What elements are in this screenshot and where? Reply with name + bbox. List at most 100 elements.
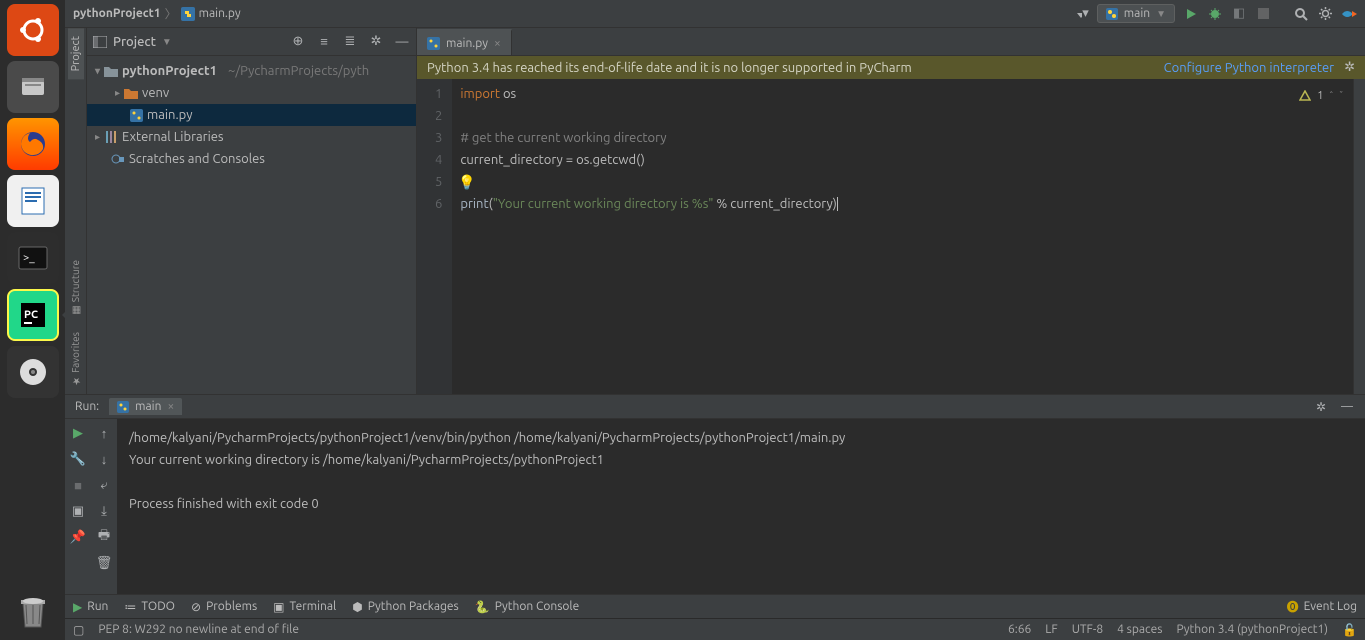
run-toolbar-primary: ▶ 🔧 ■ ▣ 📌 (65, 419, 91, 594)
add-config-icon[interactable]: ▾ (1073, 6, 1089, 22)
stop-button[interactable] (1255, 6, 1271, 22)
layout-icon[interactable]: ▣ (70, 503, 86, 519)
status-encoding[interactable]: UTF-8 (1072, 623, 1103, 636)
run-settings-icon[interactable]: ✲ (1313, 399, 1329, 415)
todo-tool-button[interactable]: ≔TODO (124, 600, 175, 614)
python-file-icon (117, 401, 129, 413)
print-icon[interactable]: 🖶 (96, 529, 112, 545)
down-trace-icon[interactable]: ↓ (96, 451, 112, 467)
pin-icon[interactable]: 📌 (70, 529, 86, 545)
launcher-trash[interactable] (7, 585, 59, 637)
scratches-node[interactable]: Scratches and Consoles (87, 148, 416, 170)
run-configuration-selector[interactable]: main ▼ (1097, 4, 1175, 23)
stop-icon[interactable]: ■ (70, 477, 86, 493)
folder-icon (104, 64, 118, 78)
search-everywhere-icon[interactable] (1293, 6, 1309, 22)
bottom-tool-strip: ▶Run ≔TODO ⊘Problems ▣Terminal ⬢Python P… (65, 594, 1365, 618)
svg-text:>_: >_ (23, 252, 35, 264)
configure-interpreter-link[interactable]: Configure Python interpreter (1164, 61, 1334, 75)
debug-button[interactable] (1207, 6, 1223, 22)
external-libraries-node[interactable]: ▸ External Libraries (87, 126, 416, 148)
project-tool-button[interactable]: Project (68, 28, 84, 79)
python-file-icon (427, 37, 440, 50)
status-line-separator[interactable]: LF (1045, 623, 1057, 636)
launcher-disc[interactable] (7, 346, 59, 398)
close-tab-icon[interactable]: × (494, 37, 501, 50)
collapse-all-icon[interactable]: ≣ (342, 34, 358, 50)
left-tool-gutter: Project ▦ Structure ★ Favorites (65, 28, 87, 394)
navigation-bar: pythonProject1 〉 main.py ▾ main ▼ ◧ (65, 0, 1365, 28)
banner-settings-icon[interactable]: ✲ (1344, 60, 1355, 75)
up-trace-icon[interactable]: ↑ (96, 425, 112, 441)
project-panel-title[interactable]: Project ▼ (93, 35, 172, 49)
run-tab-main[interactable]: main × (109, 398, 182, 415)
hide-panel-icon[interactable]: — (394, 34, 410, 50)
unity-launcher: >_ PC (0, 0, 65, 640)
venv-node[interactable]: ▸ venv (87, 82, 416, 104)
ide-fish-icon[interactable] (1341, 6, 1357, 22)
status-indent[interactable]: 4 spaces (1117, 623, 1162, 636)
run-tool-button[interactable]: ▶Run (73, 600, 108, 614)
status-bar: ▢ PEP 8: W292 no newline at end of file … (65, 618, 1365, 640)
rerun-icon[interactable]: ▶ (70, 425, 86, 441)
status-message: PEP 8: W292 no newline at end of file (98, 623, 299, 636)
code-editor[interactable]: 1 2 3 4 5 6 1 ˆˇ import os # get the cur… (417, 79, 1365, 394)
project-panel: Project ▼ ⊕ ≡ ≣ ✲ — ▾ pythonProject1 ~/P… (87, 28, 417, 394)
soft-wrap-icon[interactable]: ⤶ (96, 477, 112, 493)
favorites-tool-button[interactable]: ★ Favorites (70, 324, 81, 394)
status-interpreter[interactable]: Python 3.4 (pythonProject1) (1176, 623, 1328, 636)
libraries-icon (104, 130, 118, 144)
breadcrumb-file[interactable]: main.py (199, 7, 241, 20)
run-button[interactable] (1183, 6, 1199, 22)
launcher-firefox[interactable] (7, 118, 59, 170)
interpreter-warning-banner: Python 3.4 has reached its end-of-life d… (417, 56, 1365, 79)
project-tree[interactable]: ▾ pythonProject1 ~/PycharmProjects/pyth … (87, 56, 416, 174)
python-console-tool-button[interactable]: 🐍Python Console (475, 600, 579, 614)
run-tool-window: Run: main × ✲ — ▶ 🔧 ■ ▣ 📌 ↑ ↓ ⤶ (65, 394, 1365, 594)
status-tool-windows-icon[interactable]: ▢ (73, 623, 84, 637)
python-file-icon (129, 108, 143, 122)
run-coverage-icon[interactable]: ◧ (1231, 6, 1247, 22)
launcher-terminal[interactable]: >_ (7, 232, 59, 284)
run-toolbar-secondary: ↑ ↓ ⤶ ⤓ 🖶 🗑 (91, 419, 117, 594)
main-py-node[interactable]: main.py (87, 104, 416, 126)
expand-all-icon[interactable]: ≡ (316, 34, 332, 50)
intention-bulb-icon[interactable]: 💡 (458, 171, 475, 193)
problems-tool-button[interactable]: ⊘Problems (191, 600, 257, 614)
launcher-pycharm[interactable]: PC (7, 289, 59, 341)
scroll-end-icon[interactable]: ⤓ (96, 503, 112, 519)
project-root-node[interactable]: ▾ pythonProject1 ~/PycharmProjects/pyth (87, 60, 416, 82)
clear-icon[interactable]: 🗑 (96, 555, 112, 571)
line-number-gutter: 1 2 3 4 5 6 (417, 79, 452, 394)
select-opened-file-icon[interactable]: ⊕ (290, 34, 306, 50)
panel-settings-icon[interactable]: ✲ (368, 34, 384, 50)
run-title: Run: (75, 400, 99, 413)
status-lock-icon[interactable]: 🔓 (1342, 623, 1357, 637)
python-file-icon (181, 7, 195, 21)
inspection-widget[interactable]: 1 ˆˇ (1299, 85, 1343, 107)
event-log-button[interactable]: ⓿Event Log (1287, 598, 1357, 615)
close-run-tab-icon[interactable]: × (167, 400, 174, 413)
ide-window: pythonProject1 〉 main.py ▾ main ▼ ◧ Proj… (65, 0, 1365, 640)
launcher-files[interactable] (7, 61, 59, 113)
scratches-icon (111, 152, 125, 166)
editor-error-stripe[interactable] (1353, 79, 1365, 394)
hide-run-icon[interactable]: — (1339, 399, 1355, 415)
breadcrumb[interactable]: pythonProject1 〉 main.py (73, 5, 241, 22)
editor-area: main.py × Python 3.4 has reached its end… (417, 28, 1365, 394)
structure-tool-button[interactable]: ▦ Structure (70, 252, 81, 324)
python-packages-tool-button[interactable]: ⬢Python Packages (352, 600, 459, 614)
svg-text:PC: PC (24, 309, 38, 321)
terminal-tool-button[interactable]: ▣Terminal (273, 600, 336, 614)
breadcrumb-project[interactable]: pythonProject1 (73, 7, 161, 20)
status-caret-position[interactable]: 6:66 (1008, 623, 1031, 636)
launcher-ubuntu[interactable] (7, 4, 59, 56)
console-output[interactable]: /home/kalyani/PycharmProjects/pythonProj… (117, 419, 1365, 594)
modify-run-icon[interactable]: 🔧 (70, 451, 86, 467)
editor-tab-main-py[interactable]: main.py × (417, 29, 512, 55)
launcher-writer[interactable] (7, 175, 59, 227)
project-view-icon (93, 36, 107, 48)
banner-message: Python 3.4 has reached its end-of-life d… (427, 61, 912, 75)
folder-icon (124, 86, 138, 100)
settings-icon[interactable] (1317, 6, 1333, 22)
